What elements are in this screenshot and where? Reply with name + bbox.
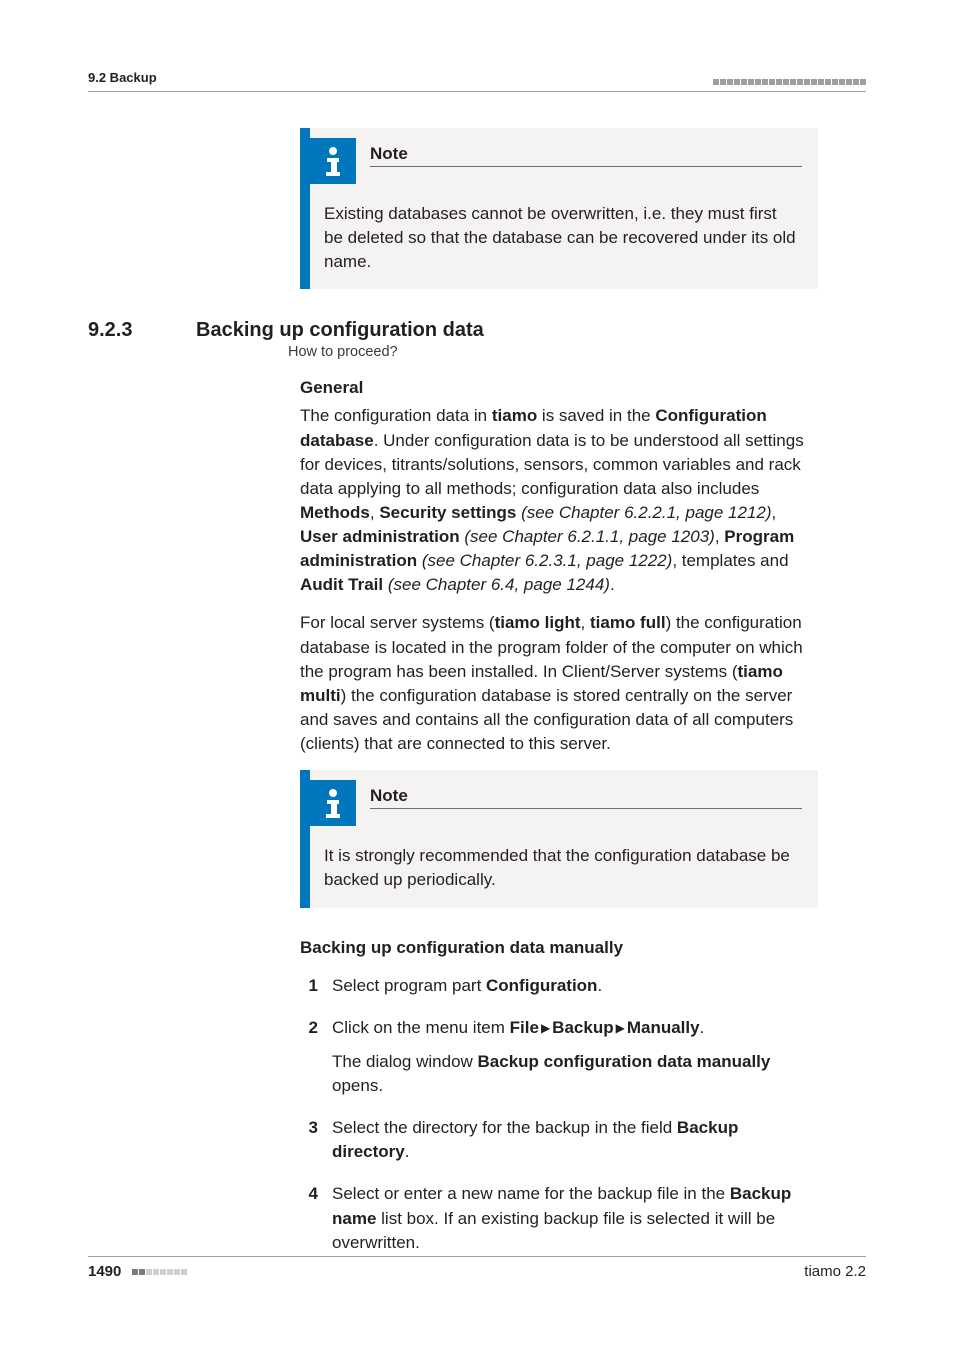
footer-rule xyxy=(88,1256,866,1257)
section-heading: 9.2.3 Backing up configuration data xyxy=(88,319,866,342)
running-head-section: 9.2 Backup xyxy=(88,70,157,85)
step-text: Click on the menu item File▶Backup▶Manua… xyxy=(332,1016,818,1098)
note-callout: Note Existing databases cannot be overwr… xyxy=(300,128,818,289)
step-4: 4 Select or enter a new name for the bac… xyxy=(300,1182,818,1254)
step-number: 1 xyxy=(300,974,318,998)
header-ornament-icon xyxy=(713,79,866,85)
note-title: Note xyxy=(370,786,802,806)
manual-backup-heading: Backing up configuration data manually xyxy=(300,938,818,958)
footer-ornament-icon xyxy=(132,1269,187,1275)
section-title: Backing up configuration data xyxy=(196,319,484,342)
step-text: Select program part Configuration. xyxy=(332,974,818,998)
general-paragraph-2: For local server systems (tiamo light, t… xyxy=(300,611,818,756)
step-1: 1 Select program part Configuration. xyxy=(300,974,818,998)
step-2: 2 Click on the menu item File▶Backup▶Man… xyxy=(300,1016,818,1098)
how-to-proceed: How to proceed? xyxy=(288,344,866,360)
step-3: 3 Select the directory for the backup in… xyxy=(300,1116,818,1164)
triangle-right-icon: ▶ xyxy=(539,1020,552,1037)
note-title-rule xyxy=(370,166,802,167)
step-number: 4 xyxy=(300,1182,318,1254)
header-rule xyxy=(88,91,866,92)
footer-left: 1490 xyxy=(88,1263,187,1280)
info-icon xyxy=(310,780,356,826)
footer: 1490 tiamo 2.2 xyxy=(88,1256,866,1280)
note-callout: Note It is strongly recommended that the… xyxy=(300,770,818,908)
page-number: 1490 xyxy=(88,1263,121,1280)
triangle-right-icon: ▶ xyxy=(614,1020,627,1037)
step-text: Select or enter a new name for the backu… xyxy=(332,1182,818,1254)
note-body: It is strongly recommended that the conf… xyxy=(310,844,802,892)
page: 9.2 Backup Note xyxy=(0,0,954,1350)
note-body: Existing databases cannot be overwritten… xyxy=(310,202,802,273)
step-number: 2 xyxy=(300,1016,318,1098)
step-number: 3 xyxy=(300,1116,318,1164)
note-title: Note xyxy=(370,144,802,164)
general-heading: General xyxy=(300,378,818,398)
section-number: 9.2.3 xyxy=(88,319,196,342)
footer-product: tiamo 2.2 xyxy=(804,1263,866,1280)
general-paragraph-1: The configuration data in tiamo is saved… xyxy=(300,404,818,597)
step-text: Select the directory for the backup in t… xyxy=(332,1116,818,1164)
note-title-rule xyxy=(370,808,802,809)
running-head: 9.2 Backup xyxy=(88,70,866,85)
content-column: Note Existing databases cannot be overwr… xyxy=(300,128,818,289)
info-icon xyxy=(310,138,356,184)
